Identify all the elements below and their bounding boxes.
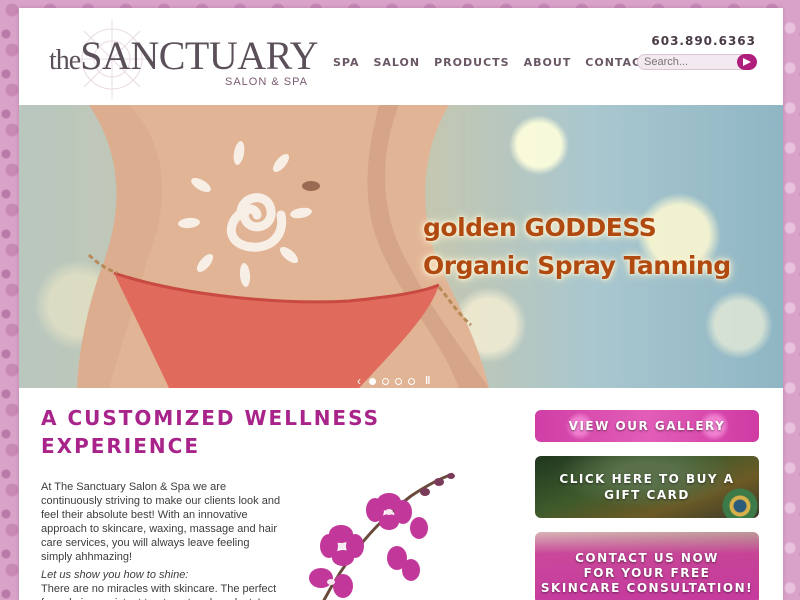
hero-slider[interactable]: golden GODDESS Organic Spray Tanning ‹ ‖	[19, 105, 783, 388]
slide-dot-3[interactable]	[395, 377, 402, 385]
page-heading: A CUSTOMIZED WELLNESS EXPERIENCE	[41, 404, 461, 460]
phone-number[interactable]: 603.890.6363	[651, 34, 756, 48]
logo-text: theSANCTUARY	[49, 36, 318, 76]
intro-text: At The Sanctuary Salon & Spa we are cont…	[41, 480, 281, 600]
gift-line1: CLICK HERE TO BUY A	[559, 472, 735, 486]
page-container: theSANCTUARY SALON & SPA SPA SALON PRODU…	[19, 8, 783, 600]
view-gallery-button[interactable]: VIEW OUR GALLERY	[535, 410, 759, 442]
nav-item-salon[interactable]: SALON	[374, 56, 421, 69]
heading-line2: EXPERIENCE	[41, 434, 200, 458]
contact-line1: CONTACT US NOW	[575, 551, 719, 565]
main-nav: SPA SALON PRODUCTS ABOUT CONTACT	[333, 56, 664, 69]
slider-controls: ‹ ‖	[357, 375, 430, 387]
gift-card-text: CLICK HERE TO BUY A GIFT CARD	[559, 471, 734, 503]
gallery-label: VIEW OUR GALLERY	[568, 419, 726, 433]
search-button[interactable]	[737, 54, 757, 70]
tagline: Let us show you how to shine:	[41, 569, 189, 581]
gift-card-button[interactable]: CLICK HERE TO BUY A GIFT CARD	[535, 456, 759, 518]
nav-item-products[interactable]: PRODUCTS	[434, 56, 509, 69]
chevron-left-icon[interactable]: ‹	[357, 375, 361, 387]
gift-line2: GIFT CARD	[604, 488, 690, 502]
search-input[interactable]	[637, 54, 743, 70]
site-header: theSANCTUARY SALON & SPA SPA SALON PRODU…	[19, 8, 783, 105]
nav-item-spa[interactable]: SPA	[333, 56, 360, 69]
logo-the: the	[49, 45, 81, 76]
slide-dot-2[interactable]	[382, 377, 389, 385]
search-box	[637, 54, 757, 70]
hero-title: golden GODDESS Organic Spray Tanning	[423, 209, 731, 285]
main-content: A CUSTOMIZED WELLNESS EXPERIENCE At The …	[19, 388, 783, 600]
skincare-paragraph: There are no miracles with skincare. The…	[41, 583, 277, 600]
hero-title-line2: Organic Spray Tanning	[423, 251, 731, 280]
hero-title-line1: golden GODDESS	[423, 213, 657, 242]
contact-free: FREE	[670, 566, 711, 580]
contact-line3: SKINCARE CONSULTATION!	[540, 581, 754, 595]
contact-line2: FOR YOUR	[583, 566, 665, 580]
arrow-right-icon	[743, 58, 751, 66]
site-logo[interactable]: theSANCTUARY SALON & SPA	[49, 36, 318, 89]
contact-line2-wrap: FOR YOUR FREE	[541, 566, 753, 581]
slide-dot-4[interactable]	[408, 377, 415, 385]
consultation-button[interactable]: CONTACT US NOW FOR YOUR FREE SKINCARE CO…	[535, 532, 759, 600]
intro-paragraph: At The Sanctuary Salon & Spa we are cont…	[41, 481, 281, 563]
nav-item-about[interactable]: ABOUT	[524, 56, 572, 69]
logo-name: SANCTUARY	[80, 33, 318, 78]
logo-subtitle: SALON & SPA	[225, 76, 308, 88]
consultation-text: CONTACT US NOW FOR YOUR FREE SKINCARE CO…	[541, 551, 753, 596]
orchid-icon	[309, 472, 455, 600]
pause-icon[interactable]: ‖	[425, 375, 430, 387]
slide-dot-1[interactable]	[369, 377, 376, 385]
heading-line1: A CUSTOMIZED WELLNESS	[41, 406, 381, 430]
